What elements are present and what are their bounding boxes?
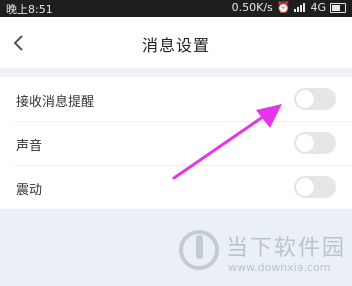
watermark-url: www.downxia.com (228, 261, 331, 274)
vibration-toggle[interactable] (294, 176, 336, 198)
alarm-icon: ⏰ (276, 1, 291, 14)
sound-toggle[interactable] (294, 132, 336, 154)
page-title: 消息设置 (141, 36, 210, 55)
status-bar: 晚上8:51 0.50K/s ⏰ 4G (0, 0, 352, 17)
nav-bar: 消息设置 (0, 17, 352, 68)
watermark: 当下软件园 www.downxia.com (178, 229, 350, 283)
network-speed: 0.50K/s (231, 1, 273, 14)
status-time: 晚上8:51 (6, 3, 53, 16)
toggle-knob (296, 178, 314, 196)
toggle-knob (296, 90, 314, 108)
setting-label-notification: 接收消息提醒 (16, 95, 95, 110)
section-divider (0, 68, 352, 77)
toggle-knob (296, 134, 314, 152)
annotation-arrow-icon (172, 104, 282, 180)
network-type: 4G (310, 1, 326, 14)
setting-label-vibration: 震动 (16, 183, 43, 198)
setting-label-sound: 声音 (16, 139, 43, 154)
watermark-logo-icon (179, 230, 219, 270)
notification-toggle[interactable] (294, 88, 336, 110)
signal-icon (294, 3, 306, 12)
watermark-title: 当下软件园 (226, 236, 347, 261)
status-indicators: 0.50K/s ⏰ 4G (232, 1, 346, 14)
battery-icon (330, 2, 346, 13)
